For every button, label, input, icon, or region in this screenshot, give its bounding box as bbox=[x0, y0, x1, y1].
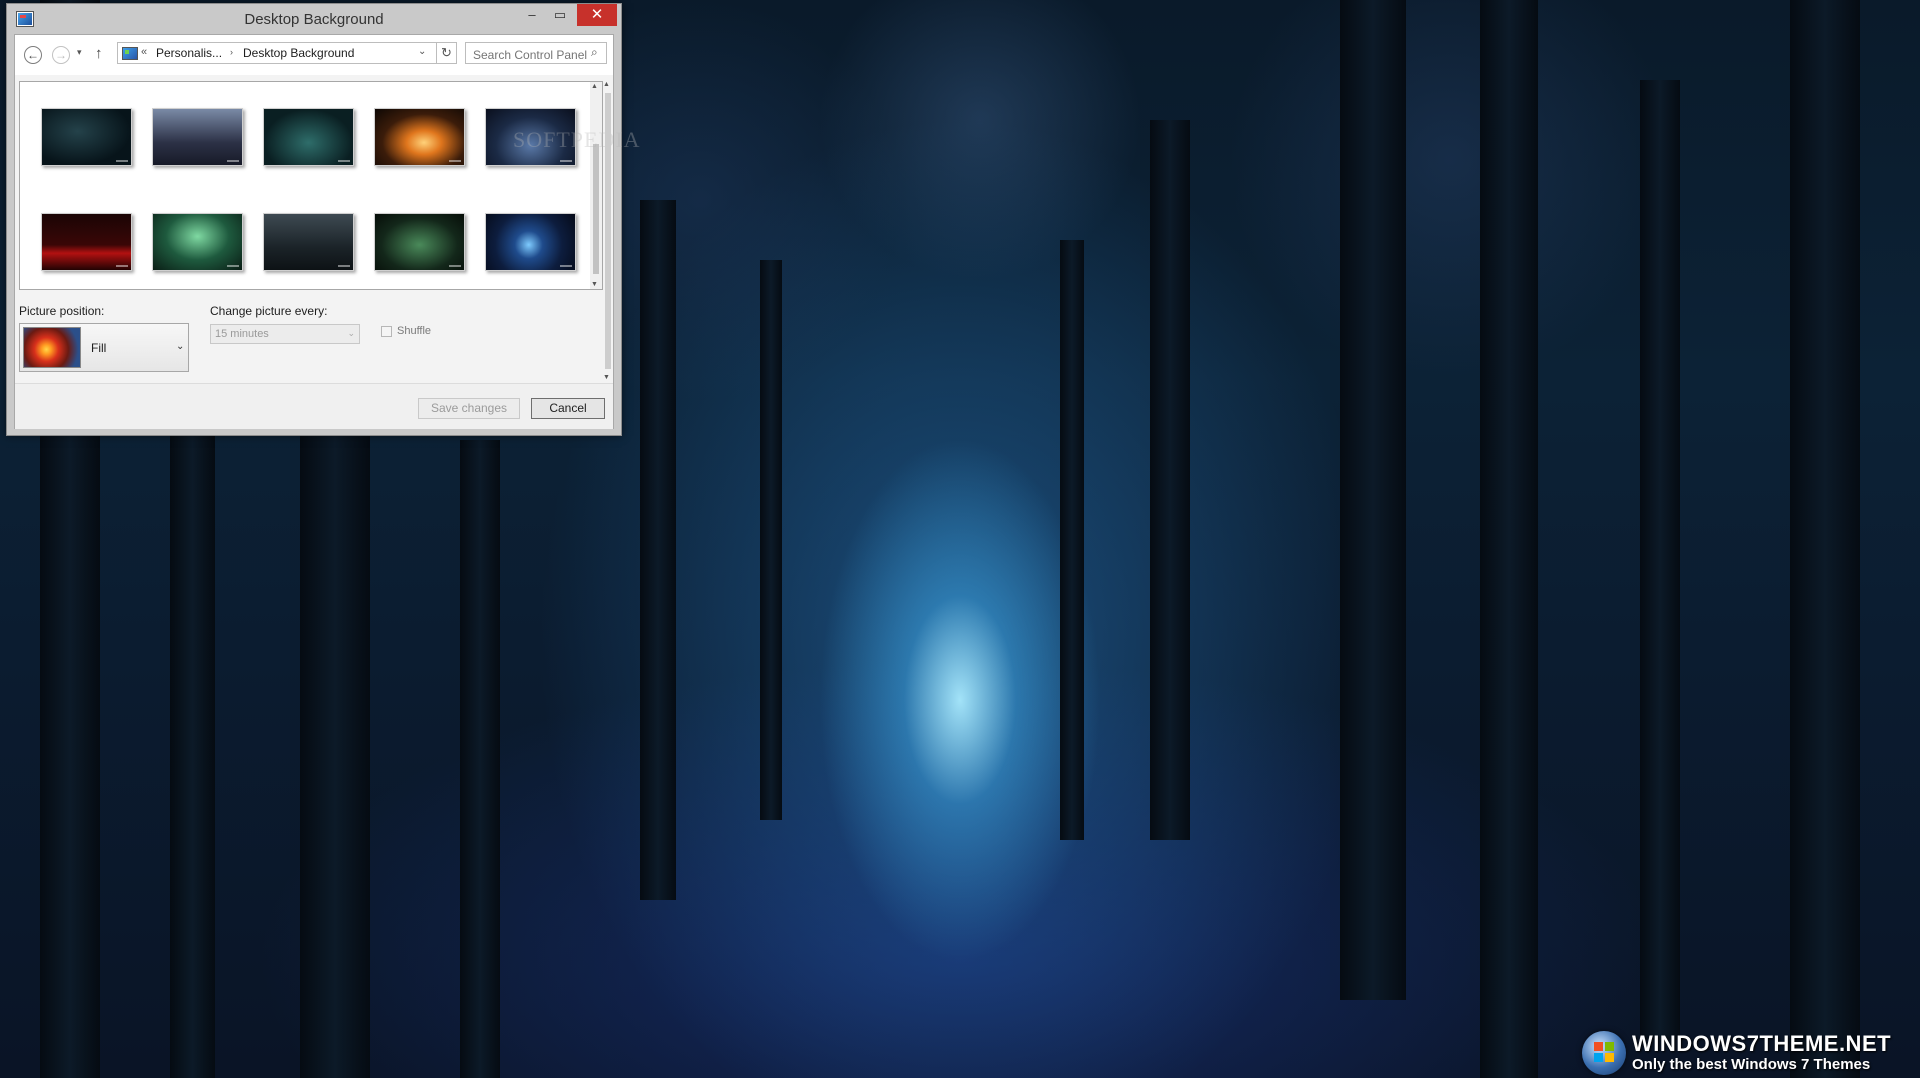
desktop-background-window: Desktop Background – ▭ ✕ ← → ▾ ↑ « Perso… bbox=[6, 3, 640, 436]
gallery-scroll-thumb[interactable] bbox=[593, 144, 599, 274]
shuffle-checkbox[interactable] bbox=[381, 326, 392, 337]
picture-position-select[interactable]: Fill ⌄ bbox=[19, 323, 189, 372]
shuffle-label[interactable]: Shuffle bbox=[397, 325, 431, 337]
breadcrumb-separator-icon[interactable]: › bbox=[230, 47, 233, 57]
scroll-up-icon[interactable]: ▲ bbox=[591, 83, 598, 90]
breadcrumb-overflow-icon[interactable]: « bbox=[141, 46, 147, 58]
content-scroll-thumb[interactable] bbox=[605, 93, 611, 369]
scroll-up-icon[interactable]: ▲ bbox=[603, 81, 610, 88]
address-dropdown-icon[interactable]: ⌄ bbox=[418, 46, 426, 57]
brand-title: WINDOWS7THEME.NET bbox=[1632, 1031, 1892, 1056]
tree-trunk bbox=[1480, 0, 1538, 1078]
maximize-button[interactable]: ▭ bbox=[547, 4, 573, 26]
chevron-down-icon: ⌄ bbox=[347, 328, 355, 338]
search-icon[interactable]: ⌕ bbox=[591, 45, 598, 60]
wallpaper-thumbnail[interactable] bbox=[263, 108, 354, 166]
title-bar[interactable]: Desktop Background – ▭ ✕ bbox=[7, 4, 621, 34]
tree-trunk bbox=[1790, 0, 1860, 1078]
tree-trunk bbox=[640, 200, 676, 900]
cancel-button[interactable]: Cancel bbox=[531, 398, 605, 419]
tree-trunk bbox=[1640, 80, 1680, 1040]
wallpaper-thumbnail[interactable] bbox=[41, 213, 132, 271]
content-scrollbar[interactable]: ▲ ▼ bbox=[602, 81, 613, 381]
tree-trunk bbox=[1150, 120, 1190, 840]
wallpaper-thumbnail[interactable] bbox=[485, 213, 576, 271]
brand-subtitle: Only the best Windows 7 Themes bbox=[1632, 1056, 1871, 1073]
picture-position-label: Picture position: bbox=[19, 304, 105, 318]
scroll-down-icon[interactable]: ▼ bbox=[591, 281, 598, 288]
softpedia-watermark: SOFTPEDIA bbox=[513, 127, 641, 152]
tree-trunk bbox=[760, 260, 782, 820]
position-preview-image bbox=[23, 327, 81, 368]
up-button[interactable]: ↑ bbox=[95, 45, 103, 62]
refresh-button[interactable]: ↻ bbox=[437, 42, 457, 64]
back-button[interactable]: ← bbox=[24, 46, 42, 64]
search-input[interactable] bbox=[465, 42, 607, 64]
navigation-bar: ← → ▾ ↑ « Personalis... › Desktop Backgr… bbox=[15, 35, 613, 75]
change-picture-label: Change picture every: bbox=[210, 304, 328, 318]
tree-trunk bbox=[460, 440, 500, 1078]
wallpaper-thumbnail[interactable] bbox=[41, 108, 132, 166]
minimize-button[interactable]: – bbox=[519, 4, 545, 26]
picture-position-value: Fill bbox=[91, 341, 107, 355]
save-changes-button[interactable]: Save changes bbox=[418, 398, 520, 419]
wallpaper-thumbnail[interactable] bbox=[374, 108, 465, 166]
recent-locations-button[interactable]: ▾ bbox=[77, 47, 82, 58]
windows-logo-icon bbox=[1582, 1031, 1626, 1075]
chevron-down-icon: ⌄ bbox=[176, 341, 185, 352]
forward-button[interactable]: → bbox=[52, 46, 70, 64]
dialog-footer: Save changes Cancel bbox=[15, 383, 613, 429]
address-bar[interactable]: « Personalis... › Desktop Background ⌄ bbox=[117, 42, 437, 64]
breadcrumb-desktop-background[interactable]: Desktop Background bbox=[243, 46, 354, 60]
gallery-scrollbar[interactable]: ▲ ▼ bbox=[590, 82, 602, 289]
scroll-down-icon[interactable]: ▼ bbox=[603, 374, 610, 381]
wallpaper-thumbnail[interactable] bbox=[263, 213, 354, 271]
wallpaper-thumbnail[interactable] bbox=[374, 213, 465, 271]
close-button[interactable]: ✕ bbox=[577, 4, 617, 26]
control-panel-icon bbox=[122, 47, 138, 60]
wallpaper-thumbnail[interactable] bbox=[152, 108, 243, 166]
tree-trunk bbox=[1340, 0, 1406, 1000]
tree-trunk bbox=[1060, 240, 1084, 840]
change-interval-value: 15 minutes bbox=[215, 328, 269, 340]
picture-gallery: ▲ ▼ bbox=[19, 81, 603, 290]
change-interval-select[interactable]: 15 minutes ⌄ bbox=[210, 324, 360, 344]
window-content: ← → ▾ ↑ « Personalis... › Desktop Backgr… bbox=[14, 34, 640, 429]
breadcrumb-personalisation[interactable]: Personalis... bbox=[156, 46, 222, 60]
tree-trunk bbox=[170, 380, 215, 1078]
wallpaper-thumbnail[interactable] bbox=[152, 213, 243, 271]
tree-trunk bbox=[300, 430, 370, 1078]
branding-watermark: WINDOWS7THEME.NET Only the best Windows … bbox=[1582, 1027, 1912, 1075]
